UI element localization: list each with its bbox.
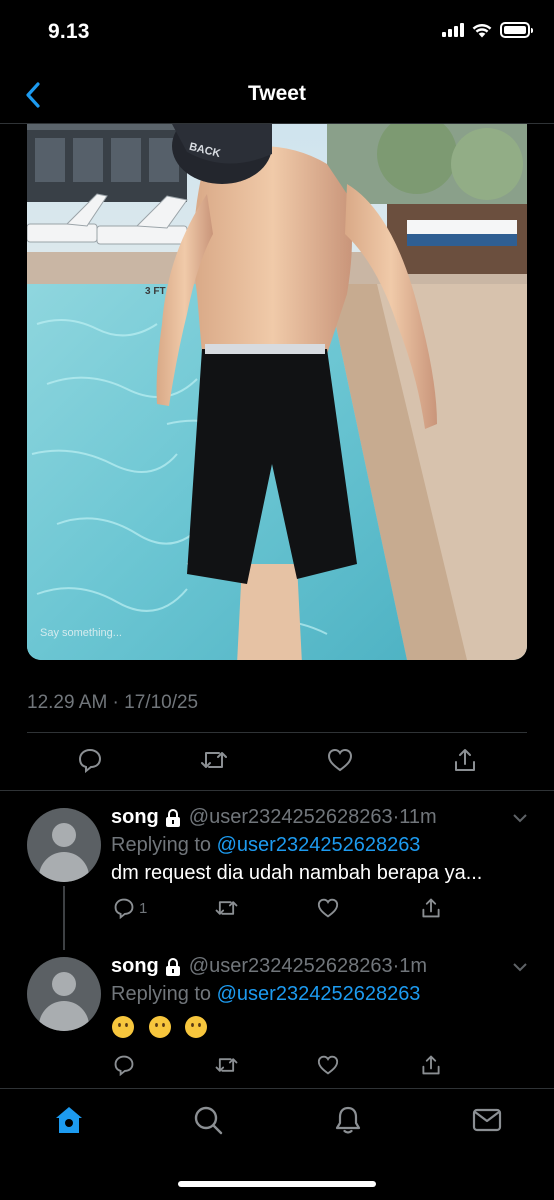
status-bar: 9.13 (0, 0, 554, 66)
replying-to-link[interactable]: @user2324252628263 (217, 983, 421, 1005)
reply-button[interactable] (113, 1051, 135, 1079)
reply-emoji-text (111, 1015, 215, 1039)
share-icon (422, 898, 440, 918)
retweet-button[interactable] (214, 1051, 239, 1079)
reply-header: song @user2324252628263 ·11m (111, 806, 437, 829)
battery-icon (500, 22, 533, 38)
notifications-icon (335, 1106, 361, 1134)
tab-bar (0, 1089, 554, 1159)
lock-icon (165, 808, 180, 827)
reply-time: ·1m (392, 955, 428, 977)
reply-button[interactable] (74, 744, 106, 776)
tab-notifications[interactable] (331, 1103, 365, 1137)
share-icon (422, 1055, 440, 1075)
tab-home[interactable] (52, 1103, 86, 1137)
retweet-icon (201, 752, 227, 768)
tweet-media-image[interactable]: 3 FT 11 IN BACK Say something... (27, 124, 527, 660)
page-title: Tweet (248, 82, 306, 105)
tab-messages[interactable] (470, 1103, 504, 1137)
retweet-button[interactable] (198, 744, 230, 776)
like-button[interactable] (324, 744, 356, 776)
share-button[interactable] (420, 1051, 442, 1079)
status-time: 9.13 (48, 20, 90, 43)
reply-icon (78, 748, 102, 773)
search-icon (194, 1106, 223, 1135)
lock-icon (165, 957, 180, 976)
cellular-signal-icon (442, 23, 464, 37)
retweet-icon (215, 1058, 238, 1072)
reply-icon (114, 898, 134, 919)
avatar[interactable] (27, 957, 101, 1031)
status-icons (442, 22, 533, 38)
like-button[interactable] (317, 894, 339, 922)
neutral-face-emoji-icon (112, 1016, 134, 1038)
reply-handle[interactable]: @user2324252628263 (189, 806, 393, 829)
neutral-face-emoji-icon (148, 1016, 171, 1038)
heart-icon (327, 748, 353, 772)
replying-to-link[interactable]: @user2324252628263 (217, 834, 421, 856)
avatar[interactable] (27, 808, 101, 882)
share-button[interactable] (449, 744, 481, 776)
reply-author-name[interactable]: song (111, 806, 159, 829)
share-button[interactable] (420, 894, 442, 922)
chevron-down-icon (513, 814, 527, 823)
reply-more-button[interactable] (512, 959, 528, 977)
reply-author-name[interactable]: song (111, 955, 159, 978)
reply-actions: 1 (0, 894, 554, 922)
reply-button[interactable]: 1 (113, 894, 147, 922)
reply-handle[interactable]: @user2324252628263 (189, 955, 393, 978)
share-icon (455, 749, 475, 771)
reply-tweet[interactable]: song @user2324252628263 ·11m Replying to… (0, 806, 554, 950)
heart-icon (317, 898, 339, 918)
reply-count: 1 (139, 899, 148, 917)
nav-bar: Tweet (0, 66, 554, 124)
retweet-button[interactable] (214, 894, 239, 922)
tab-search[interactable] (191, 1103, 225, 1137)
media-caption: Say something... (40, 627, 122, 639)
divider (27, 732, 527, 733)
replying-to: Replying to @user2324252628263 (111, 834, 421, 856)
like-button[interactable] (317, 1051, 339, 1079)
reply-header: song @user2324252628263 ·1m (111, 955, 427, 978)
reply-tweet[interactable]: song @user2324252628263 ·1m Replying to … (0, 955, 554, 1085)
reply-actions (0, 1051, 554, 1079)
tweet-timestamp: 12.29 AM · 17/10/25 (27, 692, 199, 713)
reply-time: ·11m (392, 806, 437, 828)
wifi-icon (472, 23, 492, 37)
reply-icon (114, 1055, 134, 1076)
tweet-actions (0, 744, 554, 780)
heart-icon (317, 1055, 339, 1075)
replying-to: Replying to @user2324252628263 (111, 983, 421, 1005)
reply-text: dm request dia udah nambah berapa ya... (111, 862, 483, 884)
home-indicator[interactable] (178, 1181, 376, 1187)
divider (0, 790, 554, 791)
retweet-icon (215, 901, 238, 915)
chevron-down-icon (513, 963, 527, 972)
home-icon (56, 1107, 82, 1133)
messages-icon (472, 1108, 502, 1132)
reply-more-button[interactable] (512, 810, 528, 828)
neutral-face-emoji-icon (185, 1016, 208, 1038)
